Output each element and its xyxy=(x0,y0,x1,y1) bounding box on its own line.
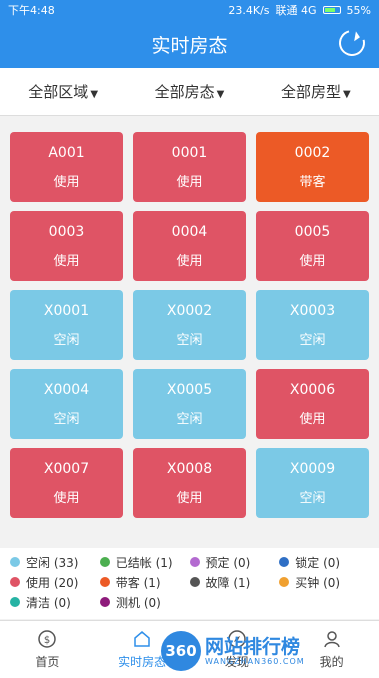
legend-testing: 测机 (0) xyxy=(100,594,190,611)
room-card[interactable]: 0001 使用 xyxy=(133,132,246,202)
status-legend: 空闲 (33) 已结帐 (1) 预定 (0) 锁定 (0) 使用 (20) 带客… xyxy=(0,548,379,619)
status-dot-icon xyxy=(10,577,20,587)
status-dot-icon xyxy=(10,597,20,607)
room-card[interactable]: A001 使用 xyxy=(10,132,123,202)
legend-locked: 锁定 (0) xyxy=(279,554,369,571)
status-dot-icon xyxy=(100,597,110,607)
room-card[interactable]: X0002 空闲 xyxy=(133,290,246,360)
legend-fault: 故障 (1) xyxy=(189,574,280,591)
status-dot-icon xyxy=(189,577,200,587)
legend-reserved: 预定 (0) xyxy=(189,554,280,571)
filter-room-type[interactable]: 全部房型 ▼ xyxy=(253,81,379,102)
watermark-subtext: WANGZHAN360.COM xyxy=(205,656,305,666)
watermark-text: 网站排行榜 xyxy=(205,635,301,658)
filter-area[interactable]: 全部区域 ▼ xyxy=(0,81,126,102)
room-card[interactable]: X0006 使用 xyxy=(256,369,369,439)
room-grid: A001 使用 0001 使用 0002 带客 0003 使用 0004 使用 0005 使… xyxy=(10,132,369,527)
home-icon: $ xyxy=(38,630,57,648)
room-card[interactable]: 0004 使用 xyxy=(133,211,246,281)
status-dot-icon xyxy=(189,557,200,567)
refresh-icon[interactable] xyxy=(334,25,370,61)
watermark-logo: 360 网站排行榜 WANGZHAN360.COM xyxy=(161,628,371,674)
page-title: 实时房态 xyxy=(151,34,228,57)
status-dot-icon xyxy=(10,557,20,567)
dropdown-icon: ▼ xyxy=(342,89,351,100)
network-speed: 23.4K/s xyxy=(228,3,270,17)
room-card[interactable]: X0001 空闲 xyxy=(10,290,123,360)
dropdown-icon: ▼ xyxy=(216,89,225,100)
dropdown-icon: ▼ xyxy=(90,89,99,100)
legend-in-use: 使用 (20) xyxy=(10,574,100,591)
tab-home[interactable]: $ 首页 xyxy=(0,621,95,678)
room-card[interactable]: X0004 空闲 xyxy=(10,369,123,439)
legend-guest: 带客 (1) xyxy=(99,574,190,591)
legend-buy-clock: 买钟 (0) xyxy=(279,574,369,591)
status-time: 下午4:48 xyxy=(8,4,55,17)
status-bar: 下午4:48 23.4K/s 联通 4G 55% xyxy=(0,0,379,20)
room-card[interactable]: X0003 空闲 xyxy=(256,290,369,360)
room-card[interactable]: X0005 空闲 xyxy=(133,369,246,439)
status-icons: 23.4K/s 联通 4G 55% xyxy=(228,2,371,18)
watermark-360-icon: 360 xyxy=(161,631,201,671)
room-card[interactable]: 0003 使用 xyxy=(10,211,123,281)
filter-room-state[interactable]: 全部房态 ▼ xyxy=(126,81,252,102)
status-dot-icon xyxy=(279,557,290,567)
status-dot-icon xyxy=(99,577,110,587)
svg-text:$: $ xyxy=(44,635,50,646)
battery-icon xyxy=(322,6,341,14)
room-card[interactable]: X0008 使用 xyxy=(133,448,246,518)
title-bar: 实时房态 xyxy=(0,20,379,68)
room-card[interactable]: X0007 使用 xyxy=(10,448,123,518)
legend-cleaning: 清洁 (0) xyxy=(10,594,100,611)
room-card[interactable]: 0005 使用 xyxy=(256,211,369,281)
legend-checked-out: 已结帐 (1) xyxy=(99,554,190,571)
house-icon xyxy=(134,631,150,647)
filter-bar: 全部区域 ▼ 全部房态 ▼ 全部房型 ▼ xyxy=(0,68,379,116)
status-dot-icon xyxy=(99,557,110,567)
room-card[interactable]: 0002 带客 xyxy=(256,132,369,202)
room-card[interactable]: X0009 空闲 xyxy=(256,448,369,518)
status-dot-icon xyxy=(279,577,290,587)
carrier-label: 联通 4G xyxy=(275,4,317,17)
legend-idle: 空闲 (33) xyxy=(10,554,100,571)
battery-percent: 55% xyxy=(346,3,371,17)
